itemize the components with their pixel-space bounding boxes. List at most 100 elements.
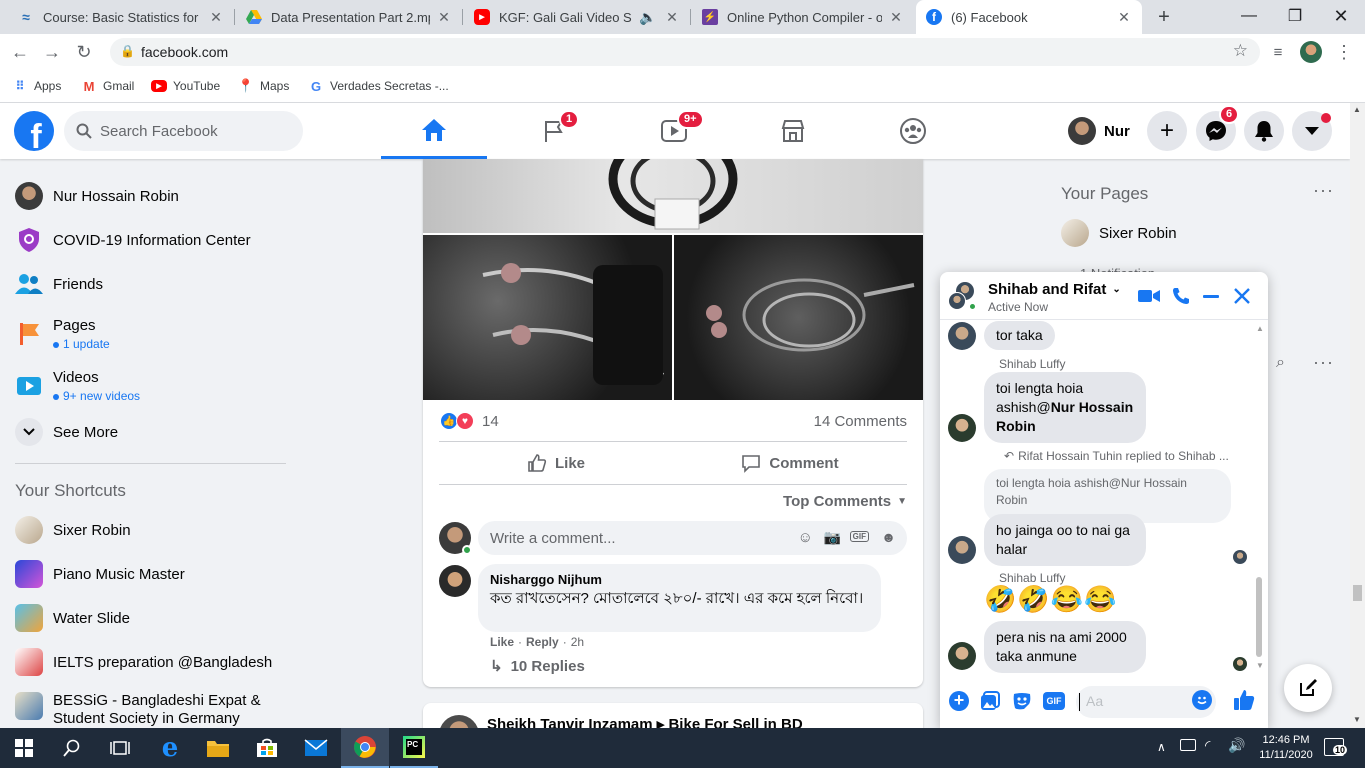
sender-avatar[interactable] [948,414,976,442]
nav-marketplace[interactable] [740,103,846,159]
contacts-options-icon[interactable]: ··· [1313,352,1334,373]
message-bubble[interactable]: tor taka [984,321,1055,350]
bookmark-gmail[interactable]: M Gmail [81,77,135,95]
show-hidden-icons[interactable]: ∧ [1157,740,1166,754]
reactions-summary[interactable]: 👍 ♥ 14 [440,412,499,430]
battery-icon[interactable] [1180,739,1196,751]
address-bar[interactable]: 🔒 facebook.com ☆ [110,38,1260,66]
file-explorer-icon[interactable] [194,728,242,768]
pycharm-icon[interactable]: PC [390,728,438,768]
task-view-button[interactable] [96,728,144,768]
chrome-icon[interactable] [341,728,389,768]
new-videos-count[interactable]: 9+ new videos [53,389,140,403]
store-icon[interactable] [243,728,291,768]
new-message-button[interactable] [1284,664,1332,712]
tab-python-compiler[interactable]: ⚡ Online Python Compiler - onlin ✕ [692,0,914,34]
create-plus-icon[interactable]: + [1147,111,1187,151]
sender-avatar[interactable] [948,322,976,350]
window-close-icon[interactable]: ✕ [1318,0,1364,32]
sticker-icon[interactable] [1012,691,1032,711]
view-replies-link[interactable]: ↳ 10 Replies [490,657,585,676]
comment-input[interactable]: Write a comment... ☺ 📷 GIF ☻ [478,521,907,555]
close-tab-icon[interactable]: ✕ [436,9,452,26]
scroll-up-icon[interactable]: ▲ [1353,105,1361,114]
nav-groups[interactable] [860,103,966,159]
camera-icon[interactable]: 📷 [824,529,841,546]
photo-icon[interactable] [980,691,1000,711]
scrollbar-thumb[interactable] [1353,585,1362,601]
comment-reply-link[interactable]: Reply [526,635,559,649]
minimize-icon[interactable]: — [1226,0,1272,32]
scroll-up-icon[interactable]: ▲ [1256,324,1264,333]
emoji-icon[interactable] [1192,690,1212,710]
minimize-chat-icon[interactable] [1203,295,1219,298]
close-tab-icon[interactable]: ✕ [208,9,224,26]
commenter-avatar[interactable] [439,565,471,597]
speaker-icon[interactable]: 🔈 [638,9,658,26]
nav-watch[interactable]: 9+ [621,103,727,159]
message-bubble[interactable]: toi lengta hoia ashish@Nur Hossain Robin [984,372,1146,443]
wifi-icon[interactable]: ◜ [1205,737,1210,754]
bookmark-verdades[interactable]: G Verdades Secretas -... [308,77,449,95]
sidebar-item-covid[interactable]: COVID-19 Information Center [15,226,251,254]
tab-basic-statistics[interactable]: ≈ Course: Basic Statistics for CSE ✕ [8,0,234,34]
contacts-search-icon[interactable]: ⌕ [1276,354,1285,372]
comment-button[interactable]: Comment [673,445,907,481]
profile-avatar[interactable] [1300,41,1322,63]
search-button[interactable] [48,728,96,768]
page-scrollbar[interactable]: ▲ ▼ [1350,103,1365,728]
see-more-button[interactable]: See More [15,418,118,446]
tab-kgf-song[interactable]: ▶ KGF: Gali Gali Video Song | 🔈 ✕ [464,0,690,34]
shortcut-piano-music[interactable]: Piano Music Master [15,560,185,588]
message-bubble[interactable]: ho jainga oo to nai ga halar [984,514,1146,566]
scroll-down-icon[interactable]: ▼ [1353,715,1361,724]
like-button[interactable]: Like [439,445,673,481]
chrome-menu-icon[interactable]: ⋮ [1330,38,1358,66]
chat-title[interactable]: Shihab and Rifat [988,281,1106,298]
sidebar-item-friends[interactable]: Friends [15,270,103,298]
gif-icon[interactable]: GIF [1043,692,1065,710]
media-control-icon[interactable]: ≡ [1264,38,1292,66]
comment-author[interactable]: Nisharggo Nijhum [490,572,869,587]
phone-icon[interactable] [1172,287,1190,305]
sender-avatar[interactable] [948,642,976,670]
close-chat-icon[interactable] [1234,288,1250,304]
page-sixer-robin[interactable]: Sixer Robin [1061,219,1177,247]
video-call-icon[interactable] [1138,289,1160,303]
post-photo[interactable] [423,159,923,233]
restore-icon[interactable]: ❐ [1272,0,1318,32]
back-icon[interactable]: ← [6,38,34,66]
mail-icon[interactable] [292,728,340,768]
chat-scrollbar[interactable]: ▲ ▼ [1254,324,1264,672]
post-photo[interactable] [423,235,672,400]
bookmark-star-icon[interactable]: ☆ [1233,41,1248,61]
messenger-button[interactable]: 6 [1196,105,1240,151]
bookmark-maps[interactable]: 📍 Maps [238,77,289,95]
search-input[interactable]: Search Facebook [64,111,303,151]
sidebar-item-pages[interactable]: Pages 1 update [15,314,110,354]
thumbs-up-send-icon[interactable] [1233,689,1255,711]
scroll-down-icon[interactable]: ▼ [1256,661,1264,670]
add-icon[interactable]: + [949,691,969,711]
sender-avatar[interactable] [948,536,976,564]
volume-icon[interactable]: 🔊 [1228,737,1245,754]
profile-shortcut[interactable]: Nur [1064,113,1130,149]
bookmark-youtube[interactable]: ▶ YouTube [151,77,220,95]
sidebar-item-videos[interactable]: Videos 9+ new videos [15,366,140,406]
top-comments-filter[interactable]: Top Comments ▼ [783,493,907,510]
close-tab-icon[interactable]: ✕ [888,9,904,26]
tab-data-presentation[interactable]: Data Presentation Part 2.mp4 - ✕ [236,0,462,34]
comments-count-link[interactable]: 14 Comments [814,413,907,430]
close-tab-icon[interactable]: ✕ [1116,9,1132,26]
shortcut-ielts[interactable]: IELTS preparation @Bangladesh [15,648,272,676]
gif-icon[interactable]: GIF [849,531,869,542]
edge-icon[interactable]: e [146,728,194,768]
sidebar-item-profile[interactable]: Nur Hossain Robin [15,182,179,210]
more-options-icon[interactable]: ··· [1313,180,1334,201]
post-photo[interactable] [674,235,923,400]
message-bubble[interactable]: pera nis na ami 2000 taka anmune [984,621,1146,673]
nav-pages[interactable]: 1 [501,103,607,159]
scrollbar-thumb[interactable] [1256,577,1262,657]
emoji-message[interactable]: 🤣🤣😂😂 [984,584,1118,615]
account-menu-button[interactable] [1292,111,1332,151]
